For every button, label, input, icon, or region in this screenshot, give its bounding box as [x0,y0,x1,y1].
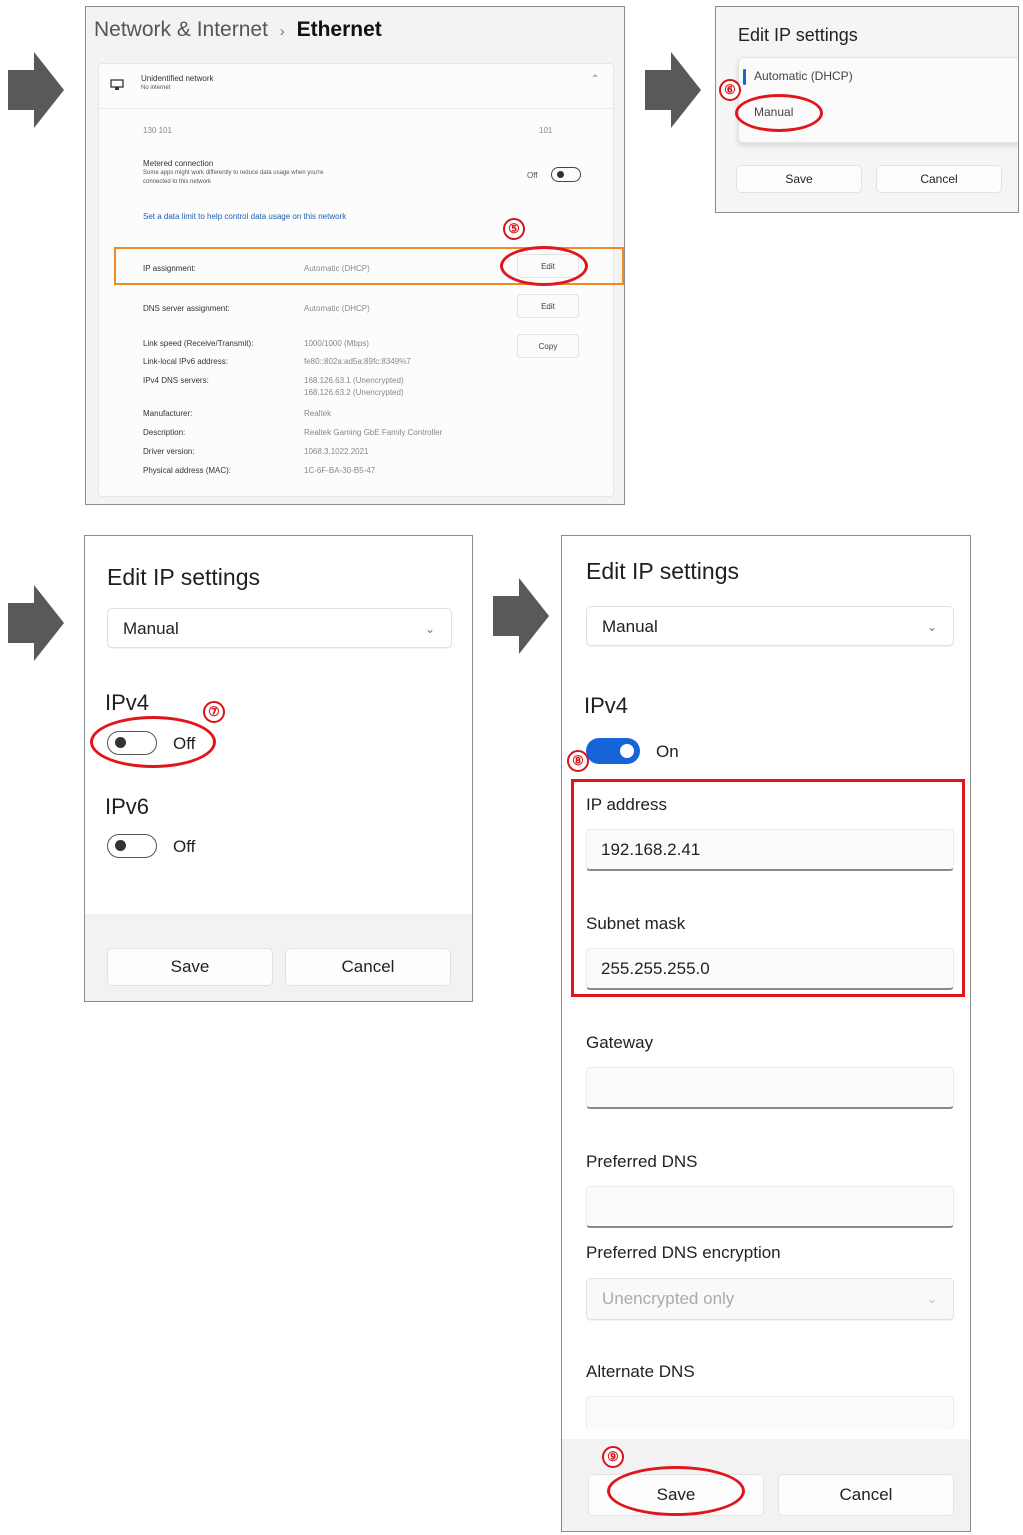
preferred-dns-encryption-value: Unencrypted only [602,1289,735,1308]
ipv6-heading: IPv6 [105,794,150,819]
step-arrow-icon [645,52,701,128]
prop-key: Manufacturer: [143,409,193,418]
prop-value: Realtek [304,409,332,418]
prop-value: 1000/1000 (Mbps) [304,339,369,348]
dns-assignment-value: Automatic (DHCP) [304,304,370,313]
metered-title: Metered connection [143,159,214,168]
network-name: Unidentified network [141,74,214,83]
ip-mode-value: Manual [602,617,658,636]
ipv4-toggle-label: On [656,742,679,761]
cancel-button[interactable]: Cancel [285,948,451,986]
breadcrumb: Network & Internet › Ethernet [94,18,382,42]
step-8-badge: ⑧ [567,750,589,772]
breadcrumb-separator: › [279,23,285,40]
step-arrow-icon [8,585,64,661]
save-button[interactable]: Save [736,165,862,193]
option-automatic-dhcp[interactable]: Automatic (DHCP) [754,69,853,83]
prop-key: Description: [143,428,186,437]
dns-assignment-edit-button[interactable]: Edit [517,294,579,318]
ipv4-heading: IPv4 [584,693,629,718]
page-title: Ethernet [296,18,382,41]
step-9-badge: ⑨ [602,1446,624,1468]
prop-value: 168.126.63.1 (Unencrypted) [304,376,404,385]
gateway-label: Gateway [586,1033,654,1052]
preferred-dns-encryption-label: Preferred DNS encryption [586,1243,781,1262]
prop-key: Link speed (Receive/Transmit): [143,339,254,348]
chevron-down-icon: ⌄ [926,620,937,634]
prop-value: 168.126.63.2 (Unencrypted) [304,388,404,397]
ip-mode-dropdown[interactable]: Manual ⌄ [107,608,452,648]
edit-ip-manual-on-panel: Edit IP settings Manual ⌄ IPv4 On IP add… [561,535,971,1532]
alternate-dns-label: Alternate DNS [586,1362,695,1381]
copy-button[interactable]: Copy [517,334,579,358]
prop-value: 1C-6F-BA-30-B5-47 [304,466,376,475]
step-7-badge: ⑦ [203,701,225,723]
edit-button-annotation-ring [500,246,588,286]
prop-value: Realtek Gaming GbE Family Controller [304,428,443,437]
dialog-title: Edit IP settings [738,25,858,45]
metered-toggle[interactable] [551,167,581,182]
gateway-input[interactable] [586,1067,954,1109]
ethernet-icon [110,79,124,90]
step-arrow-icon [8,52,64,128]
option-selected-indicator [743,69,746,85]
save-button[interactable]: Save [107,948,273,986]
dialog-title: Edit IP settings [586,558,739,584]
cancel-button[interactable]: Cancel [876,165,1002,193]
metered-desc-2: connected to this network [143,179,212,185]
ipv6-toggle[interactable] [107,834,157,858]
prop-value: fe80::802a:ad5a:89fc:8349%7 [304,357,411,366]
alternate-dns-input[interactable] [586,1396,954,1430]
network-profile-right: 101 [539,126,553,135]
cancel-button[interactable]: Cancel [778,1474,954,1516]
network-profile-left: 130 101 [143,126,172,135]
metered-desc-1: Some apps might work differently to redu… [143,170,324,176]
preferred-dns-input[interactable] [586,1186,954,1228]
ip-mode-value: Manual [123,619,179,638]
save-button-annotation-ring [607,1466,745,1516]
breadcrumb-parent[interactable]: Network & Internet [94,18,268,41]
chevron-down-icon: ⌄ [424,622,435,636]
preferred-dns-label: Preferred DNS [586,1152,698,1171]
edit-ip-manual-off-panel: Edit IP settings Manual ⌄ IPv4 Off IPv6 … [84,535,473,1002]
chevron-down-icon: ⌄ [926,1292,937,1306]
ipv4-toggle[interactable] [586,738,640,764]
dialog-title: Edit IP settings [107,564,260,590]
step-5-badge: ⑤ [503,218,525,240]
ipv4-toggle-annotation-ring [90,716,216,768]
data-limit-link[interactable]: Set a data limit to help control data us… [143,212,346,221]
network-status: No internet [141,85,171,91]
collapse-chevron-icon[interactable]: ⌃ [591,74,599,85]
ipv6-toggle-label: Off [173,837,196,856]
prop-key: Driver version: [143,447,195,456]
manual-option-annotation-ring [735,94,823,132]
prop-key: IPv4 DNS servers: [143,376,209,385]
ip-mode-dropdown[interactable]: Manual ⌄ [586,606,954,646]
step-arrow-icon [493,578,549,654]
metered-toggle-label: Off [527,171,538,180]
ipv4-heading: IPv4 [105,690,150,715]
ip-fields-highlight [571,779,965,997]
step-6-badge: ⑥ [719,79,741,101]
prop-key: Physical address (MAC): [143,466,232,475]
divider [99,108,613,109]
prop-key: Link-local IPv6 address: [143,357,228,366]
dns-assignment-label: DNS server assignment: [143,304,230,313]
preferred-dns-encryption-dropdown[interactable]: Unencrypted only ⌄ [586,1278,954,1320]
prop-value: 1068.3.1022.2021 [304,447,369,456]
